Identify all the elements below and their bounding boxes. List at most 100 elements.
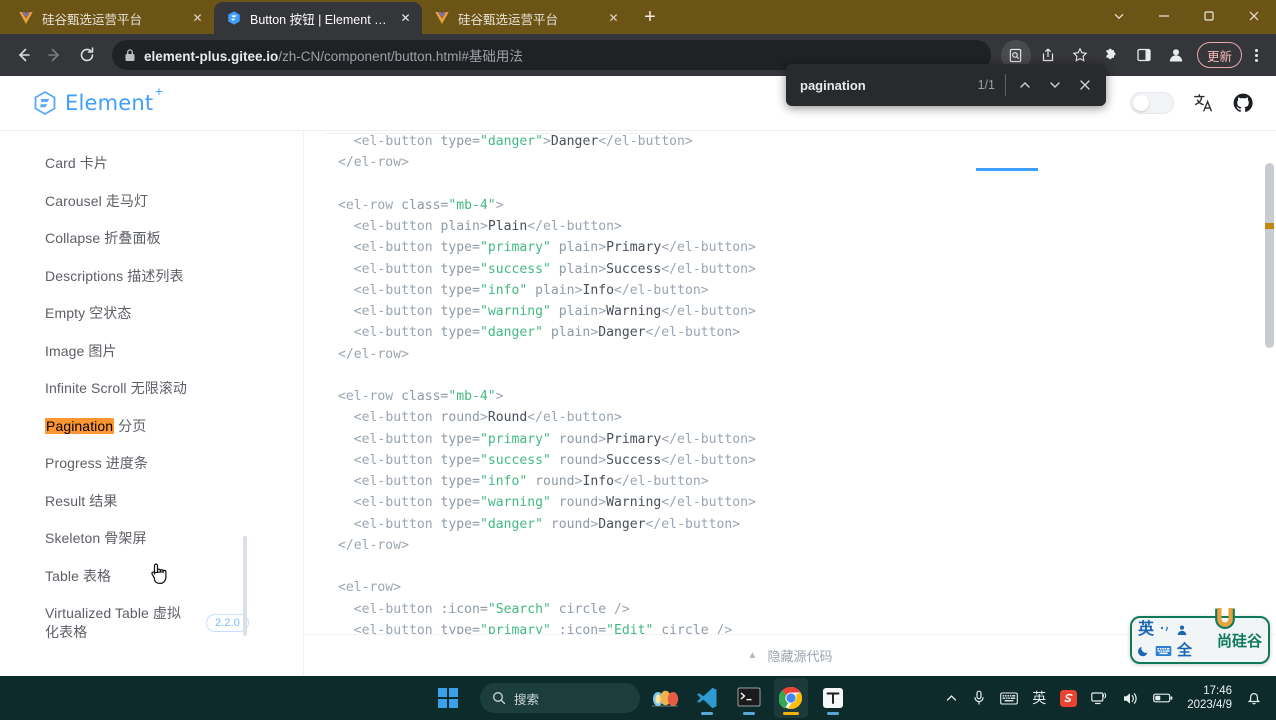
profile-avatar-icon[interactable] [1161,40,1191,70]
sidebar-item-card[interactable]: Card 卡片 [0,145,303,183]
vue-icon [434,10,450,26]
taskbar-search-box[interactable]: 搜索 [480,683,640,713]
sidebar-item-pagination[interactable]: Pagination 分页 [0,408,303,446]
tab-title: 硅谷甄选运营平台 [458,12,559,27]
browser-tab-3[interactable]: 硅谷甄选运营平台 ✕ [422,2,630,34]
update-button[interactable]: 更新 [1196,42,1242,68]
ime-floating-widget[interactable]: 英 全 尚硅谷 [1130,608,1270,664]
taskbar-center: 搜索 [438,678,850,718]
url-text: element-plus.gitee.io/zh-CN/component/bu… [144,45,523,65]
shangguigu-logo-icon [1212,606,1238,632]
back-button[interactable] [8,40,38,70]
app-running-indicator [827,712,839,715]
code-line: <el-button type="success" plain>Success<… [353,261,756,277]
sidebar-item-label: Table 表格 [45,567,112,584]
sidebar-item-virtualized-table[interactable]: Virtualized Table 虚拟化表格 2.2.0 [0,595,303,651]
browser-tab-2[interactable]: Button 按钮 | Element Plus ✕ [214,2,422,34]
find-input[interactable]: pagination [800,78,978,93]
github-icon[interactable] [1232,92,1254,114]
page-body: Card 卡片 Carousel 走马灯 Collapse 折叠面板 Descr… [0,131,1276,676]
reload-button[interactable] [72,40,102,70]
sidebar-item-label: Descriptions 描述列表 [45,267,184,284]
theme-toggle[interactable] [1130,92,1174,114]
chrome-icon[interactable] [774,678,808,718]
code-line: <el-button plain>Plain</el-button> [353,219,622,234]
close-icon[interactable]: ✕ [605,10,622,27]
sidebar-item-label: Progress 进度条 [45,455,149,472]
sidebar-item-empty[interactable]: Empty 空状态 [0,295,303,333]
translate-icon[interactable] [1192,92,1214,114]
maximize-icon[interactable] [1186,0,1231,32]
page-viewport: Element+ Card 卡片 Carousel 走马灯 Collapse 折… [0,76,1276,676]
sogou-icon[interactable] [1060,689,1078,707]
sidebar-item-carousel[interactable]: Carousel 走马灯 [0,183,303,221]
find-close-button[interactable] [1070,70,1100,100]
side-panel-icon[interactable] [1129,40,1159,70]
chevron-up-icon[interactable] [945,692,958,705]
sidebar-item-label: Empty 空状态 [45,305,132,322]
taskbar-search-placeholder: 搜索 [514,692,540,707]
ime-user-icon[interactable] [1176,624,1188,636]
app-running-indicator [701,712,713,715]
app-running-indicator [743,712,755,715]
docs-sidebar[interactable]: Card 卡片 Carousel 走马灯 Collapse 折叠面板 Descr… [0,131,304,676]
terminal-icon[interactable] [732,678,766,718]
code-line: <el-button type="danger" plain>Danger</e… [353,325,741,341]
sidebar-item-label: Collapse 折叠面板 [45,230,161,247]
ime-moon-icon[interactable] [1138,644,1150,657]
notification-bell-icon[interactable] [1246,690,1262,706]
page-scrollbar[interactable] [1265,163,1274,348]
browser-window: 硅谷甄选运营平台 ✕ Button 按钮 | Element Plus ✕ 硅谷… [0,0,1276,676]
minimize-icon[interactable] [1141,0,1186,32]
weather-widget-icon[interactable] [648,678,682,718]
element-icon [226,10,242,26]
tab-title: 硅谷甄选运营平台 [42,12,143,27]
volume-icon[interactable] [1122,691,1139,706]
network-icon[interactable] [1091,691,1108,706]
sidebar-item-skeleton[interactable]: Skeleton 骨架屏 [0,520,303,558]
typora-icon[interactable] [816,678,850,718]
taskbar-clock[interactable]: 17:46 2023/4/9 [1187,684,1232,712]
ime-mode-label[interactable]: 英 [1138,621,1154,638]
windows-start-icon[interactable] [438,688,458,708]
vscode-icon[interactable] [690,678,724,718]
ime-brand-label: 尚硅谷 [1216,632,1262,650]
kebab-menu-icon[interactable] [1244,40,1268,70]
battery-icon[interactable] [1153,692,1173,704]
find-next-button[interactable] [1040,70,1070,100]
chevron-up-icon: ▲ [747,650,758,661]
ime-english-indicator[interactable]: 英 [1032,688,1046,708]
sidebar-item-image[interactable]: Image 图片 [0,333,303,371]
close-icon[interactable] [1231,0,1276,32]
code-line: <el-button type="info" round>Info</el-bu… [353,474,709,489]
vue-icon [18,10,34,26]
keyboard-icon[interactable] [1000,691,1019,705]
app-running-indicator [783,712,799,715]
mic-icon[interactable] [972,690,986,706]
find-previous-button[interactable] [1010,70,1040,100]
sidebar-item-progress[interactable]: Progress 进度条 [0,445,303,483]
clock-date: 2023/4/9 [1187,699,1232,711]
tab-title: Button 按钮 | Element Plus [250,12,389,27]
sidebar-scrollbar[interactable] [243,536,247,636]
element-plus-logo[interactable]: Element+ [32,85,164,116]
sidebar-item-descriptions[interactable]: Descriptions 描述列表 [0,258,303,296]
code-line: </el-row> [338,155,409,171]
sidebar-item-table[interactable]: Table 表格 [0,558,303,596]
clock-time: 17:46 [1203,685,1232,697]
browser-tab-1[interactable]: 硅谷甄选运营平台 ✕ [6,2,214,34]
close-icon[interactable]: ✕ [397,10,414,27]
sidebar-item-collapse[interactable]: Collapse 折叠面板 [0,220,303,258]
close-icon[interactable]: ✕ [189,10,206,27]
system-tray: 英 17:46 2023/4/9 [945,684,1268,712]
code-line: <el-button type="danger">Danger</el-butt… [353,134,693,149]
ime-fullwidth-label[interactable]: 全 [1177,643,1192,658]
code-line: <el-button round>Round</el-button> [353,410,622,426]
ime-keyboard-icon[interactable] [1155,645,1172,657]
tab-search-chevron-icon[interactable] [1096,0,1141,32]
sidebar-item-infinite-scroll[interactable]: Infinite Scroll 无限滚动 [0,370,303,408]
forward-button[interactable] [40,40,70,70]
new-tab-button[interactable]: + [636,3,664,31]
sidebar-item-result[interactable]: Result 结果 [0,483,303,521]
ime-punctuation-icon[interactable] [1159,624,1171,636]
